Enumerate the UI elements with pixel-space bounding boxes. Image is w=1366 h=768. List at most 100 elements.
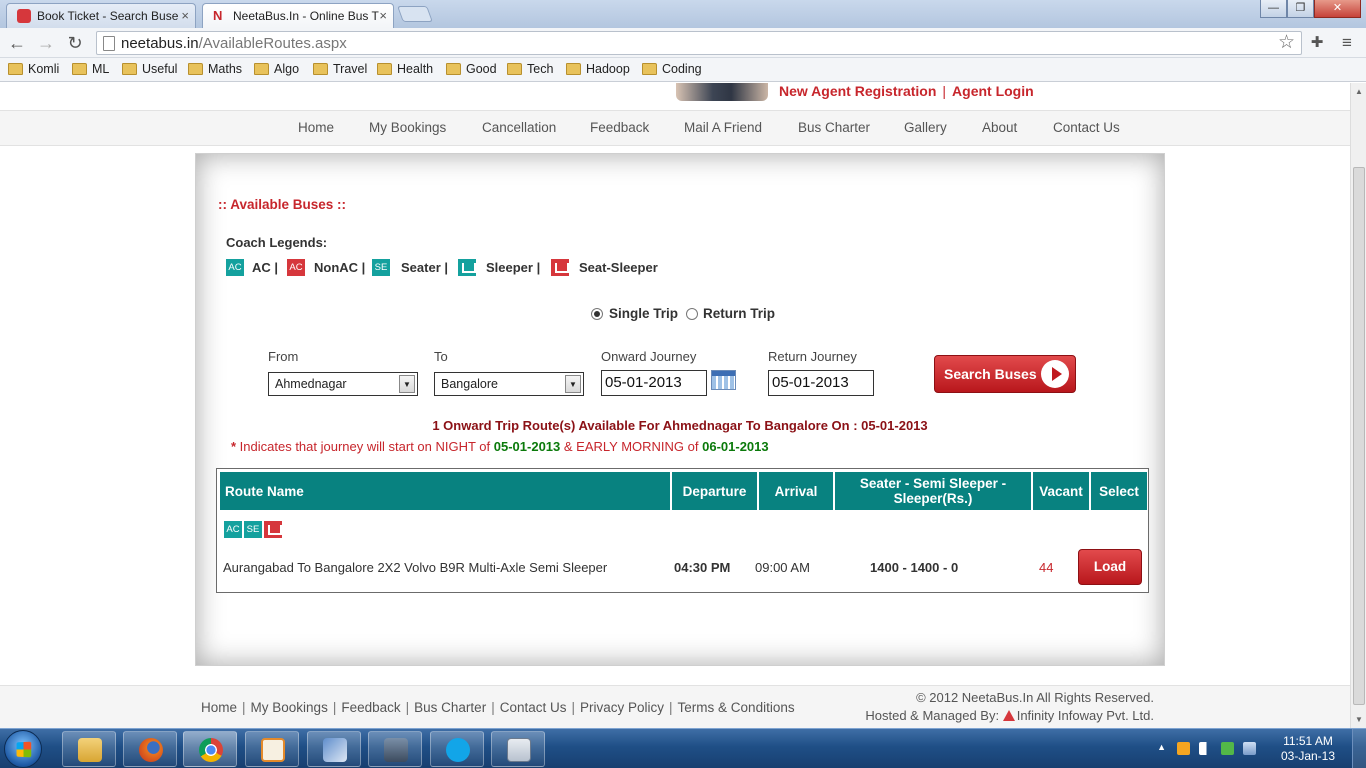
folder-icon xyxy=(507,63,522,75)
lock-icon xyxy=(384,738,408,762)
action-center-flag-icon[interactable] xyxy=(1199,742,1212,755)
bookmark-health[interactable]: Health xyxy=(377,62,433,76)
system-clock[interactable]: 11:51 AM 03-Jan-13 xyxy=(1278,734,1338,764)
folder-icon xyxy=(254,63,269,75)
calendar-icon[interactable] xyxy=(711,370,736,390)
tray-app-icon[interactable] xyxy=(1221,742,1234,755)
address-bar[interactable]: neetabus.in/AvailableRoutes.aspx ☆ xyxy=(96,31,1302,55)
to-select[interactable]: Bangalore ▼ xyxy=(434,372,584,396)
nav-cancellation[interactable]: Cancellation xyxy=(482,120,556,135)
tray-outlook-icon[interactable] xyxy=(1177,742,1190,755)
taskbar-skype[interactable] xyxy=(430,731,484,767)
taskbar-explorer[interactable] xyxy=(62,731,116,767)
separator: | xyxy=(669,700,673,715)
from-select[interactable]: Ahmednagar ▼ xyxy=(268,372,418,396)
footer-link-bus-charter[interactable]: Bus Charter xyxy=(414,700,486,715)
nav-feedback[interactable]: Feedback xyxy=(590,120,649,135)
close-tab-icon[interactable]: × xyxy=(379,4,387,28)
scroll-up-arrow-icon[interactable]: ▲ xyxy=(1355,87,1363,96)
start-button[interactable] xyxy=(4,730,42,768)
night-date: 05-01-2013 xyxy=(493,439,561,454)
taskbar-chrome[interactable] xyxy=(183,731,237,767)
return-date-input[interactable]: 05-01-2013 xyxy=(768,370,874,396)
page-footer: Home | My Bookings | Feedback | Bus Charter | Co… xyxy=(0,685,1350,728)
forward-arrow-icon[interactable]: → xyxy=(35,32,57,54)
nav-contact-us[interactable]: Contact Us xyxy=(1053,120,1120,135)
footer-link-my-bookings[interactable]: My Bookings xyxy=(251,700,328,715)
bookmark-maths[interactable]: Maths xyxy=(188,62,242,76)
bookmark-coding[interactable]: Coding xyxy=(642,62,702,76)
night-journey-note: * Indicates that journey will start on N… xyxy=(231,439,769,454)
bookmark-useful[interactable]: Useful xyxy=(122,62,177,76)
minimize-button[interactable]: — xyxy=(1260,0,1287,18)
separator: | xyxy=(405,700,410,715)
load-button[interactable]: Load xyxy=(1078,549,1142,585)
coach-legends-title: Coach Legends: xyxy=(226,235,328,250)
separator: | xyxy=(332,700,337,715)
show-hidden-icons-arrow[interactable]: ▲ xyxy=(1157,742,1166,752)
maximize-button[interactable]: ❐ xyxy=(1287,0,1314,18)
folder-icon xyxy=(642,63,657,75)
browser-tab-book-ticket[interactable]: Book Ticket - Search Buse × xyxy=(6,3,196,28)
extensions-icon[interactable]: ✚ xyxy=(1306,32,1328,54)
bookmark-tech[interactable]: Tech xyxy=(507,62,553,76)
folder-icon xyxy=(188,63,203,75)
volume-icon[interactable] xyxy=(1243,742,1256,755)
separator: | xyxy=(942,83,947,99)
folder-icon xyxy=(377,63,392,75)
page-scrollbar[interactable]: ▲ ▼ xyxy=(1350,83,1366,728)
bookmark-komli[interactable]: Komli xyxy=(8,62,59,76)
to-label: To xyxy=(434,349,448,364)
bookmark-travel[interactable]: Travel xyxy=(313,62,367,76)
header-vacant: Vacant xyxy=(1033,472,1089,510)
taskbar-media-player[interactable] xyxy=(245,731,299,767)
onward-date-input[interactable]: 05-01-2013 xyxy=(601,370,707,396)
taskbar-network-app[interactable] xyxy=(307,731,361,767)
bookmark-algo[interactable]: Algo xyxy=(254,62,299,76)
browser-tab-neetabus[interactable]: N NeetaBus.In - Online Bus T × xyxy=(202,3,394,28)
bookmark-good[interactable]: Good xyxy=(446,62,497,76)
from-value: Ahmednagar xyxy=(275,377,347,391)
close-window-button[interactable]: ✕ xyxy=(1314,0,1361,18)
agent-login-link[interactable]: Agent Login xyxy=(952,83,1034,99)
url-text: neetabus.in/AvailableRoutes.aspx xyxy=(121,35,347,52)
taskbar-firefox[interactable] xyxy=(123,731,177,767)
reload-icon[interactable]: ↻ xyxy=(64,32,86,54)
new-tab-button[interactable] xyxy=(397,6,433,22)
footer-link-feedback[interactable]: Feedback xyxy=(341,700,400,715)
footer-link-contact-us[interactable]: Contact Us xyxy=(500,700,567,715)
show-desktop-button[interactable] xyxy=(1352,729,1366,768)
chrome-icon xyxy=(199,738,223,762)
bookmark-hadoop[interactable]: Hadoop xyxy=(566,62,630,76)
back-arrow-icon[interactable]: ← xyxy=(6,32,28,54)
nav-mail-a-friend[interactable]: Mail A Friend xyxy=(684,120,762,135)
footer-link-terms[interactable]: Terms & Conditions xyxy=(678,700,795,715)
single-trip-radio[interactable] xyxy=(591,308,603,320)
close-tab-icon[interactable]: × xyxy=(181,4,189,28)
header-route-name: Route Name xyxy=(220,472,670,510)
scroll-down-arrow-icon[interactable]: ▼ xyxy=(1355,715,1363,724)
legend-label: Seat-Sleeper xyxy=(579,260,658,275)
nav-bus-charter[interactable]: Bus Charter xyxy=(798,120,870,135)
hosted-company-link[interactable]: Infinity Infoway Pvt. Ltd. xyxy=(1017,708,1154,723)
infinity-logo-icon xyxy=(1002,710,1015,721)
nav-about[interactable]: About xyxy=(982,120,1017,135)
available-buses-title: :: Available Buses :: xyxy=(218,197,347,212)
folder-icon xyxy=(122,63,137,75)
bookmark-ml[interactable]: ML xyxy=(72,62,109,76)
scrollbar-thumb[interactable] xyxy=(1353,167,1365,705)
new-agent-registration-link[interactable]: New Agent Registration xyxy=(779,83,936,99)
taskbar-calculator[interactable] xyxy=(491,731,545,767)
footer-link-home[interactable]: Home xyxy=(201,700,237,715)
bookmark-star-icon[interactable]: ☆ xyxy=(1278,32,1295,54)
header-departure: Departure xyxy=(672,472,757,510)
note-text: Indicates that journey will start on NIG… xyxy=(236,439,494,454)
search-buses-button[interactable]: Search Buses xyxy=(934,355,1076,393)
nav-my-bookings[interactable]: My Bookings xyxy=(369,120,446,135)
nav-gallery[interactable]: Gallery xyxy=(904,120,947,135)
chrome-menu-icon[interactable]: ≡ xyxy=(1336,32,1358,54)
footer-link-privacy-policy[interactable]: Privacy Policy xyxy=(580,700,664,715)
taskbar-security-app[interactable] xyxy=(368,731,422,767)
return-trip-radio[interactable] xyxy=(686,308,698,320)
nav-home[interactable]: Home xyxy=(298,120,334,135)
